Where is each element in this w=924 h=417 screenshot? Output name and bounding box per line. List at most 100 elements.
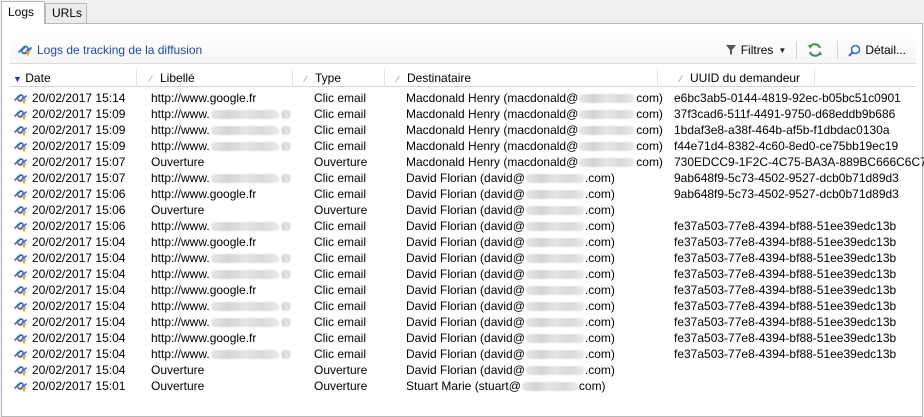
redacted-text bbox=[210, 350, 279, 359]
column-divider[interactable] bbox=[814, 69, 815, 87]
cell-label: http://www.google.fr bbox=[151, 91, 257, 105]
tab-logs[interactable]: Logs bbox=[1, 1, 45, 24]
logs-panel: Logs de tracking de la diffusion Filtres… bbox=[1, 23, 924, 417]
cell-recipient: David Florian (david@ .com) bbox=[406, 251, 615, 265]
cell-type: Clic email bbox=[314, 219, 367, 233]
redacted-text bbox=[280, 126, 291, 135]
table-row[interactable]: 20/02/2017 15:04 http://www. Clic email Dav… bbox=[10, 250, 924, 266]
tracking-log-icon bbox=[14, 110, 27, 121]
column-divider[interactable] bbox=[384, 69, 385, 87]
cell-uuid: f44e71d4-8382-4c60-8ed0-ce75bb19ec19 bbox=[674, 139, 899, 153]
row-icon bbox=[13, 346, 31, 362]
column-divider[interactable] bbox=[657, 69, 658, 87]
table-row[interactable]: 20/02/2017 15:06 http://www. Clic email Dav… bbox=[10, 218, 924, 234]
table-row[interactable]: 20/02/2017 15:07 http://www. Clic email Dav… bbox=[10, 170, 924, 186]
column-divider[interactable] bbox=[136, 69, 137, 87]
redacted-text bbox=[525, 254, 584, 263]
tracking-log-icon bbox=[14, 366, 27, 377]
redacted-text bbox=[210, 270, 279, 279]
column-header-label[interactable]: ⁄ Libellé bbox=[150, 71, 195, 87]
row-icon bbox=[13, 314, 31, 330]
cell-label: Ouverture bbox=[151, 203, 205, 217]
table-row[interactable]: 20/02/2017 15:04 http://www. Clic email Dav… bbox=[10, 314, 924, 330]
filters-button[interactable]: Filtres ▼ bbox=[723, 40, 789, 60]
table-row[interactable]: 20/02/2017 15:06 Ouverture Ouverture David … bbox=[10, 202, 924, 218]
column-header-date[interactable]: ▼ Date bbox=[13, 71, 51, 87]
table-row[interactable]: 20/02/2017 15:14 http://www.google.fr Clic… bbox=[10, 90, 924, 106]
cell-label: Ouverture bbox=[151, 379, 205, 393]
table-row[interactable]: 20/02/2017 15:09 http://www. Clic email Mac… bbox=[10, 138, 924, 154]
cell-date: 20/02/2017 15:04 bbox=[32, 315, 126, 329]
column-header-type[interactable]: ⁄ Type bbox=[305, 71, 341, 87]
table-row[interactable]: 20/02/2017 15:04 http://www.google.fr Clic… bbox=[10, 282, 924, 298]
cell-type: Clic email bbox=[314, 235, 367, 249]
refresh-button[interactable] bbox=[805, 40, 829, 60]
table-row[interactable]: 20/02/2017 15:04 Ouverture Ouverture David … bbox=[10, 362, 924, 378]
detail-label: Détail... bbox=[865, 43, 906, 57]
redacted-text bbox=[579, 110, 636, 119]
cell-recipient: David Florian (david@ .com) bbox=[406, 283, 615, 297]
cell-date: 20/02/2017 15:04 bbox=[32, 251, 126, 265]
funnel-icon bbox=[725, 45, 736, 55]
cell-recipient: David Florian (david@ .com) bbox=[406, 363, 615, 377]
sort-descending-icon: ▼ bbox=[13, 74, 22, 84]
tracking-log-icon bbox=[14, 174, 27, 185]
redacted-text bbox=[210, 174, 279, 183]
sort-indicator-icon: ⁄ bbox=[305, 74, 307, 84]
cell-recipient: David Florian (david@ .com) bbox=[406, 235, 615, 249]
chevron-down-icon[interactable]: ▼ bbox=[778, 46, 786, 55]
row-icon bbox=[13, 378, 31, 394]
table-row[interactable]: 20/02/2017 15:04 http://www.google.fr Clic… bbox=[10, 330, 924, 346]
cell-label: http://www.google.fr bbox=[151, 187, 257, 201]
row-icon bbox=[13, 234, 31, 250]
column-divider[interactable] bbox=[292, 69, 293, 87]
toolbar: Logs de tracking de la diffusion Filtres… bbox=[10, 34, 916, 64]
tracking-log-icon bbox=[14, 286, 27, 297]
table-row[interactable]: 20/02/2017 15:01 Ouverture Ouverture Stuart… bbox=[10, 378, 924, 394]
cell-date: 20/02/2017 15:04 bbox=[32, 235, 126, 249]
cell-recipient: David Florian (david@ .com) bbox=[406, 203, 615, 217]
cell-date: 20/02/2017 15:01 bbox=[32, 379, 126, 393]
table-row[interactable]: 20/02/2017 15:09 http://www. Clic email Mac… bbox=[10, 106, 924, 122]
tab-urls[interactable]: URLs bbox=[45, 3, 87, 24]
table-row[interactable]: 20/02/2017 15:04 http://www. Clic email Dav… bbox=[10, 266, 924, 282]
cell-date: 20/02/2017 15:06 bbox=[32, 219, 126, 233]
table-row[interactable]: 20/02/2017 15:09 http://www. Clic email Mac… bbox=[10, 122, 924, 138]
table-row[interactable]: 20/02/2017 15:04 http://www. Clic email Dav… bbox=[10, 298, 924, 314]
column-header-uuid[interactable]: ⁄ UUID du demandeur bbox=[680, 71, 800, 87]
table-row[interactable]: 20/02/2017 15:06 http://www.google.fr Clic… bbox=[10, 186, 924, 202]
filters-label: Filtres bbox=[740, 43, 774, 57]
cell-recipient: Macdonald Henry (macdonald@ com) bbox=[406, 91, 663, 105]
cell-date: 20/02/2017 15:09 bbox=[32, 123, 126, 137]
redacted-text bbox=[525, 366, 584, 375]
cell-uuid: 730EDCC9-1F2C-4C75-BA3A-889BC666C6C7 bbox=[674, 155, 924, 169]
cell-uuid: fe37a503-77e8-4394-bf88-51ee39edc13b bbox=[674, 315, 897, 329]
column-header-recipient[interactable]: ⁄ Destinataire bbox=[397, 71, 471, 87]
cell-type: Clic email bbox=[314, 299, 367, 313]
sort-indicator-icon: ⁄ bbox=[150, 74, 152, 84]
row-icon bbox=[13, 330, 31, 346]
sort-indicator-icon: ⁄ bbox=[680, 74, 682, 84]
cell-uuid: fe37a503-77e8-4394-bf88-51ee39edc13b bbox=[674, 267, 897, 281]
cell-date: 20/02/2017 15:06 bbox=[32, 203, 126, 217]
table-row[interactable]: 20/02/2017 15:04 http://www.google.fr Clic… bbox=[10, 234, 924, 250]
cell-type: Clic email bbox=[314, 91, 367, 105]
redacted-text bbox=[210, 222, 279, 231]
cell-recipient: Macdonald Henry (macdonald@ com) bbox=[406, 123, 663, 137]
table-row[interactable]: 20/02/2017 15:04 http://www. Clic email Dav… bbox=[10, 346, 924, 362]
cell-date: 20/02/2017 15:07 bbox=[32, 155, 126, 169]
cell-type: Clic email bbox=[314, 107, 367, 121]
tracking-log-icon bbox=[14, 302, 27, 313]
row-icon bbox=[13, 298, 31, 314]
redacted-text bbox=[210, 318, 279, 327]
toolbar-divider bbox=[837, 41, 839, 59]
cell-date: 20/02/2017 15:06 bbox=[32, 187, 126, 201]
redacted-text bbox=[210, 302, 279, 311]
table-row[interactable]: 20/02/2017 15:07 Ouverture Ouverture Macdon… bbox=[10, 154, 924, 170]
cell-type: Clic email bbox=[314, 267, 367, 281]
cell-uuid: fe37a503-77e8-4394-bf88-51ee39edc13b bbox=[674, 331, 897, 345]
row-icon bbox=[13, 362, 31, 378]
row-icon bbox=[13, 90, 31, 106]
cell-label: http://www. bbox=[151, 251, 291, 266]
detail-button[interactable]: Détail... bbox=[846, 40, 908, 60]
